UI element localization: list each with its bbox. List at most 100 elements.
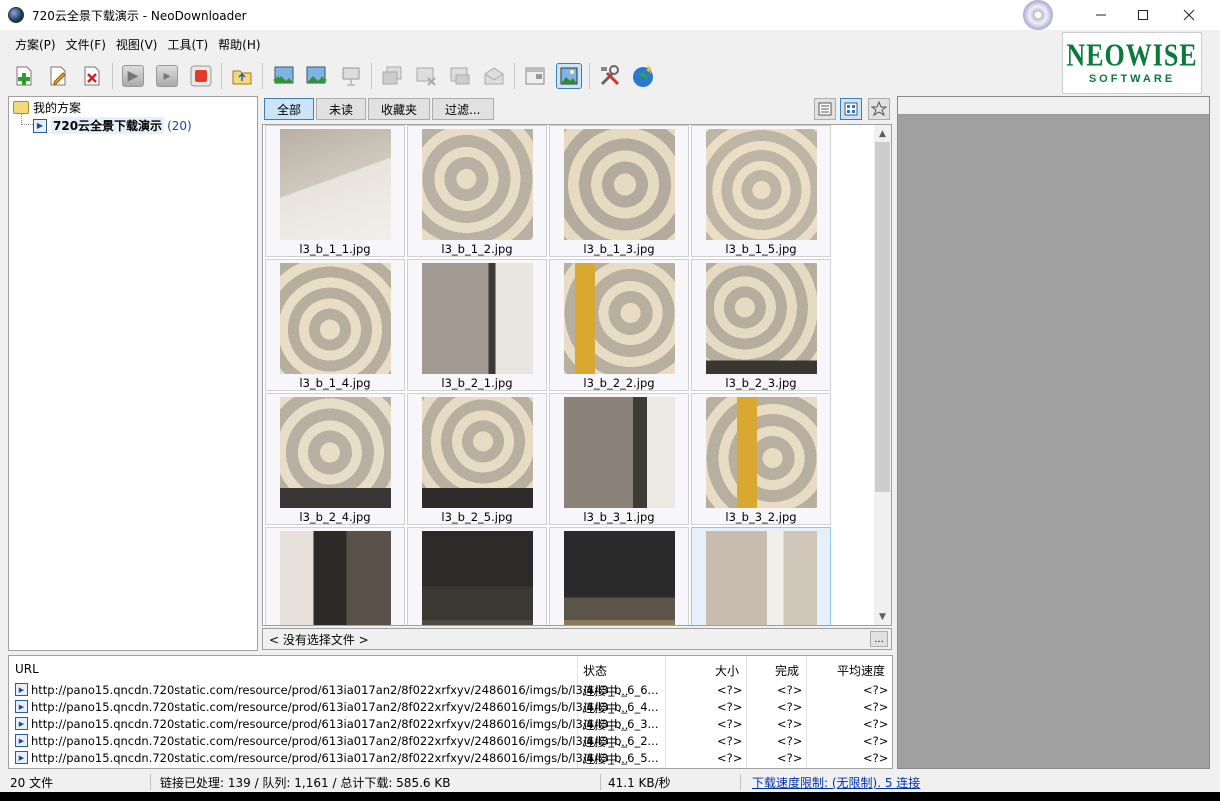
menu-help[interactable]: 帮助(H) (213, 34, 265, 54)
scroll-thumb[interactable] (875, 142, 890, 492)
delete-project-button[interactable] (78, 62, 106, 90)
thumbnail-item[interactable]: l3_b_2_5.jpg (407, 393, 547, 525)
column-speed[interactable]: 平均速度 (837, 662, 885, 679)
list-view-button[interactable] (814, 98, 836, 120)
folder-up-icon (232, 70, 252, 85)
download-row[interactable]: ▶ http://pano15.qncdn.720static.com/resou… (9, 750, 892, 767)
thumbnail-item[interactable] (549, 527, 689, 625)
thumbnail-image (564, 129, 675, 240)
project-tree[interactable]: 我的方案 ▶ 720云全景下载演示 (20) (8, 96, 258, 651)
new-document-icon (16, 66, 32, 86)
title-bar[interactable]: 720云全景下载演示 - NeoDownloader (0, 0, 1220, 30)
menu-file[interactable]: 文件(F) (61, 34, 111, 54)
thumbnail-item[interactable]: l3_b_1_2.jpg (407, 125, 547, 257)
download-size: <?> (717, 734, 743, 748)
tab-favorites[interactable]: 收藏夹 (368, 98, 431, 120)
globe-icon (633, 65, 653, 87)
column-url[interactable]: URL (15, 662, 39, 676)
tab-unread[interactable]: 未读 (316, 98, 367, 120)
print-button[interactable] (446, 62, 474, 90)
thumbnail-image (706, 263, 817, 374)
toolbar-separator (514, 63, 515, 89)
step-button[interactable]: ▸ (153, 62, 181, 90)
column-done[interactable]: 完成 (775, 662, 799, 679)
thumbnail-item[interactable]: l3_b_3_2.jpg (691, 393, 831, 525)
thumbnail-item[interactable] (691, 527, 831, 625)
thumbnail-filename: l3_b_3_1.jpg (583, 510, 655, 524)
download-done: <?> (777, 734, 803, 748)
thumbnail-image (564, 397, 675, 508)
edit-project-button[interactable] (44, 62, 72, 90)
image-back-button[interactable] (269, 62, 297, 90)
download-list[interactable]: URL 状态 大小 完成 平均速度 ▶ http://pano15.qncdn.7… (8, 655, 893, 769)
download-row[interactable]: ▶ http://pano15.qncdn.720static.com/resou… (9, 733, 892, 750)
play-icon: ▶ (122, 65, 144, 87)
neowise-logo[interactable]: NEOWISE SOFTWARE (1062, 32, 1202, 94)
thumbnail-item[interactable]: l3_b_2_1.jpg (407, 259, 547, 391)
preview-panel[interactable] (897, 96, 1210, 769)
mail-icon (484, 67, 504, 85)
tab-filter[interactable]: 过滤... (432, 98, 494, 120)
minimize-icon (1096, 14, 1106, 16)
status-separator (150, 774, 151, 790)
maximize-button[interactable] (1120, 0, 1166, 30)
scroll-up-icon[interactable]: ▲ (874, 125, 891, 142)
open-folder-button[interactable] (228, 62, 256, 90)
start-button[interactable]: ▶ (119, 62, 147, 90)
download-speed: <?> (863, 717, 889, 731)
tree-item-project[interactable]: ▶ 720云全景下载演示 (20) (33, 117, 192, 134)
thumbnail-item[interactable] (407, 527, 547, 625)
tree-item-count: (20) (167, 118, 192, 133)
speed-limit-link[interactable]: 下载速度限制: (无限制). 5 连接 (752, 774, 920, 791)
column-size[interactable]: 大小 (715, 662, 739, 679)
favorite-button[interactable] (868, 98, 890, 120)
thumbnail-item[interactable]: l3_b_2_4.jpg (265, 393, 405, 525)
email-button[interactable] (480, 62, 508, 90)
thumbnail-view-button[interactable] (840, 98, 862, 120)
copy-image-button[interactable] (378, 62, 406, 90)
thumbnail-grid[interactable]: l3_b_3_2.jpg l3_b_3_1.jpg l3_b_2_5.jpg l3_b… (262, 124, 892, 626)
download-row[interactable]: ▶ http://pano15.qncdn.720static.com/resou… (9, 682, 892, 699)
minimize-button[interactable] (1078, 0, 1124, 30)
image-forward-button[interactable] (303, 62, 331, 90)
thumbnail-item[interactable]: l3_b_3_1.jpg (549, 393, 689, 525)
more-button[interactable]: ... (870, 631, 888, 647)
thumbnail-item[interactable]: l3_b_1_1.jpg (265, 125, 405, 257)
web-update-button[interactable] (630, 62, 658, 90)
download-status: 连接中... (583, 718, 629, 732)
download-row[interactable]: ▶ http://pano15.qncdn.720static.com/resou… (9, 699, 892, 716)
scroll-down-icon[interactable]: ▼ (874, 608, 891, 625)
thumbnail-item[interactable]: l3_b_2_2.jpg (549, 259, 689, 391)
download-speed: <?> (863, 734, 889, 748)
window-button[interactable] (521, 62, 549, 90)
new-project-button[interactable] (10, 62, 38, 90)
thumbnail-item[interactable] (265, 527, 405, 625)
logo-main-text: NEOWISE (1066, 38, 1198, 73)
thumbnail-item[interactable]: l3_b_2_3.jpg (691, 259, 831, 391)
thumbnail-item[interactable]: l3_b_1_3.jpg (549, 125, 689, 257)
settings-button[interactable] (596, 62, 624, 90)
close-button[interactable] (1166, 0, 1212, 30)
vertical-scrollbar[interactable]: ▲ ▼ (874, 125, 891, 625)
fullscreen-view-button[interactable] (555, 62, 583, 90)
thumbnail-item[interactable]: l3_b_1_5.jpg (691, 125, 831, 257)
filter-tabs: 全部 未读 收藏夹 过滤... (262, 96, 892, 122)
tools-icon (600, 65, 620, 86)
toolbar-separator (589, 63, 590, 89)
window-icon (525, 67, 545, 85)
thumbnail-item[interactable]: l3_b_1_4.jpg (265, 259, 405, 391)
tab-all[interactable]: 全部 (264, 98, 315, 120)
menu-scheme[interactable]: 方案(P) (10, 34, 61, 54)
delete-image-button[interactable] (412, 62, 440, 90)
thumbnail-filename: l3_b_2_1.jpg (441, 376, 513, 390)
download-url: http://pano15.qncdn.720static.com/resour… (31, 683, 659, 697)
thumbnail-image (706, 397, 817, 508)
menu-view[interactable]: 视图(V) (111, 34, 163, 54)
thumbnail-filename: l3_b_1_4.jpg (299, 376, 371, 390)
stop-button[interactable] (187, 62, 215, 90)
slideshow-button[interactable] (337, 62, 365, 90)
download-row[interactable]: ▶ http://pano15.qncdn.720static.com/resou… (9, 716, 892, 733)
menu-tools[interactable]: 工具(T) (162, 34, 213, 54)
menu-bar: 方案(P) 文件(F) 视图(V) 工具(T) 帮助(H) (10, 34, 266, 54)
column-status[interactable]: 状态 (583, 662, 607, 679)
